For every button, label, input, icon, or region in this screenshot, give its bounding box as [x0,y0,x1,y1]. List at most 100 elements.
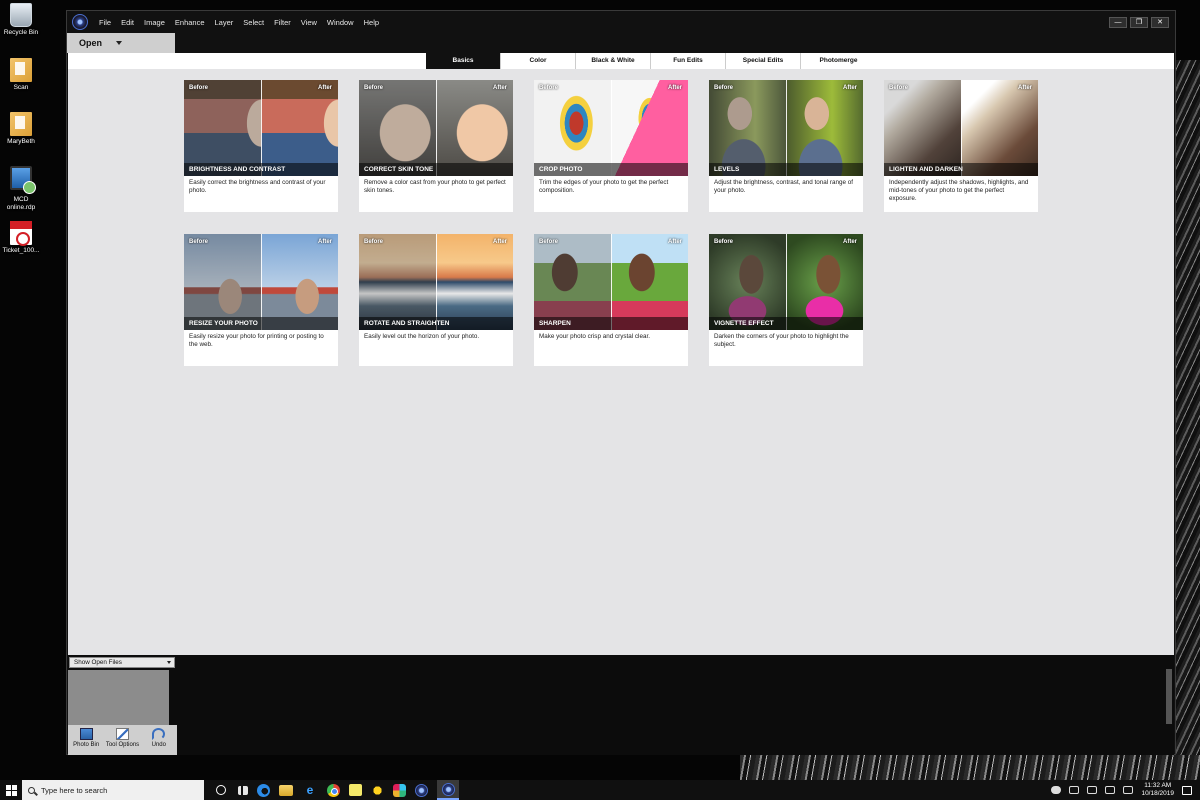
guided-edit-card[interactable]: Before After ROTATE AND STRAIGHTEN Easily l… [359,234,513,366]
photoshop-elements-editor-taskbar-button[interactable] [437,780,459,800]
tab-basics[interactable]: Basics [426,53,501,69]
network-icon[interactable] [1105,786,1116,794]
remote-desktop-icon [10,166,36,194]
before-image [359,80,436,176]
menu-help[interactable]: Help [359,18,384,27]
open-button[interactable]: Open [67,33,175,53]
input-icon[interactable] [1123,786,1134,794]
guided-edit-card[interactable]: Before After CORRECT SKIN TONE Remove a col… [359,80,513,212]
tab-color[interactable]: Color [501,53,576,69]
menu-select[interactable]: Select [238,18,269,27]
close-button[interactable]: ✕ [1151,16,1169,28]
desktop-icon-marybeth[interactable]: MaryBeth [0,112,42,146]
photo-bin-button[interactable]: Photo Bin [68,725,104,755]
guided-edit-card[interactable]: Before After SHARPEN Make your photo crisp … [534,234,688,366]
guided-edit-card[interactable]: Before After CROP PHOTO Trim the edges of y… [534,80,688,212]
recycle-bin-icon [10,3,32,27]
before-image [709,234,786,330]
before-image [534,234,611,330]
after-label: After [842,85,857,91]
photoshop-elements-organizer-icon[interactable] [415,783,428,797]
taskbar-search-box[interactable]: Type here to search [22,780,204,800]
after-label: After [1017,85,1032,91]
tab-black-white[interactable]: Black & White [576,53,651,69]
file-explorer-icon[interactable] [279,784,293,796]
photo-bin-label: Photo Bin [73,742,100,748]
windows-taskbar: Type here to search e 11:32 AM 10/18/201… [0,780,1200,800]
search-placeholder: Type here to search [41,785,108,795]
start-button[interactable] [0,780,22,800]
menu-image[interactable]: Image [139,18,170,27]
undo-icon [152,728,166,740]
undo-button[interactable]: Undo [141,725,177,755]
before-after-divider [261,234,262,330]
before-after-divider [961,80,962,176]
desktop-icon-ticket-pdf[interactable]: Ticket_100... [0,221,42,255]
sticky-notes-icon[interactable] [349,784,362,796]
after-image [961,80,1038,176]
notification-center-icon[interactable] [1182,785,1192,795]
menu-filter[interactable]: Filter [269,18,296,27]
guided-edit-card[interactable]: Before After BRIGHTNESS AND CONTRAST Easily… [184,80,338,212]
chrome-icon[interactable] [327,783,340,797]
search-icon [28,786,35,794]
guided-edit-card[interactable]: Before After LIGHTEN AND DARKEN Independent… [884,80,1038,212]
before-label: Before [364,85,384,91]
photoshop-elements-editor-icon [441,782,455,796]
desktop-icon-mcd-online-rdp[interactable]: MCD online.rdp [0,166,42,212]
norton-icon[interactable] [371,783,384,797]
bin-scrollbar[interactable] [1166,669,1172,724]
guided-edit-card[interactable]: Before After RESIZE YOUR PHOTO Easily resiz… [184,234,338,366]
edit-description: Trim the edges of your photo to get the … [539,179,669,194]
onedrive-icon[interactable] [1051,786,1062,794]
task-view-icon[interactable] [238,785,248,795]
volume-icon[interactable] [1087,786,1098,794]
menu-file[interactable]: File [94,18,116,27]
edge-icon[interactable] [257,783,270,797]
clock[interactable]: 11:32 AM 10/18/2019 [1141,782,1174,798]
menu-view[interactable]: View [296,18,322,27]
clock-time: 11:32 AM [1144,782,1172,789]
menu-bar: File Edit Image Enhance Layer Select Fil… [94,18,384,27]
tool-options-button[interactable]: Tool Options [104,725,140,755]
after-image [611,80,688,176]
clock-date: 10/18/2019 [1141,790,1174,797]
desktop-icon-recycle-bin[interactable]: Recycle Bin [0,3,42,37]
display-icon[interactable] [1069,786,1080,794]
before-after-divider [786,234,787,330]
tab-special-edits[interactable]: Special Edits [726,53,801,69]
edit-title: CORRECT SKIN TONE [359,163,513,176]
tool-options-label: Tool Options [105,742,140,748]
before-after-thumbnail: Before After BRIGHTNESS AND CONTRAST [184,80,338,176]
before-image [359,234,436,330]
menu-enhance[interactable]: Enhance [170,18,210,27]
after-image [261,234,338,330]
menu-window[interactable]: Window [322,18,359,27]
before-after-thumbnail: Before After VIGNETTE EFFECT [709,234,863,330]
before-image [534,80,611,176]
guided-edit-card[interactable]: Before After LEVELS Adjust the brightness, … [709,80,863,212]
maximize-button[interactable]: ❐ [1130,16,1148,28]
edit-description: Darken the corners of your photo to high… [714,333,849,348]
before-after-thumbnail: Before After LEVELS [709,80,863,176]
guided-edits-workspace: Basics Color Black & White Fun Edits Spe… [68,53,1174,655]
edit-description: Adjust the brightness, contrast, and ton… [714,179,853,194]
desktop-icon-scan[interactable]: Scan [0,58,42,92]
cortana-icon[interactable] [216,785,226,795]
slack-icon[interactable] [393,783,406,797]
app-logo-icon [72,14,88,30]
minimize-button[interactable]: — [1109,16,1127,28]
show-open-files-dropdown[interactable]: Show Open Files [69,657,175,668]
menu-layer[interactable]: Layer [210,18,239,27]
menu-edit[interactable]: Edit [116,18,139,27]
after-label: After [667,85,682,91]
tab-fun-edits[interactable]: Fun Edits [651,53,726,69]
chevron-down-icon [116,41,123,45]
tab-photomerge[interactable]: Photomerge [801,53,876,69]
before-after-divider [786,80,787,176]
edit-description: Easily resize your photo for printing or… [189,333,324,348]
desktop-icon-label: Scan [13,84,29,91]
guided-edit-card[interactable]: Before After VIGNETTE EFFECT Darken the cor… [709,234,863,366]
internet-explorer-icon[interactable]: e [302,783,318,797]
photo-bin-area [68,670,169,725]
